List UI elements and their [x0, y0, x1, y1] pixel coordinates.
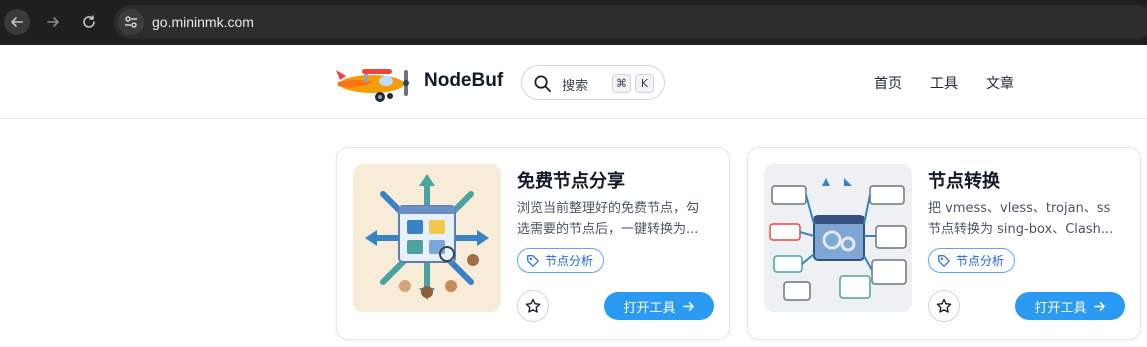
tag-badge[interactable]: 节点分析 — [517, 248, 605, 273]
reload-icon — [83, 15, 95, 28]
tag-badge[interactable]: 节点分析 — [928, 248, 1016, 273]
card-illustration — [353, 164, 501, 312]
nav-home[interactable]: 首页 — [874, 73, 902, 93]
url-text[interactable]: go.mininmk.com — [152, 14, 254, 30]
open-tool-label: 打开工具 — [623, 300, 676, 316]
arrow-right-icon — [47, 17, 59, 27]
site-header: NodeBuf 搜索 ⌘ K 首页 工具 文章 — [0, 45, 1147, 119]
card-description: 浏览当前整理好的免费节点，勾 选需要的节点后，一键转换为... — [517, 198, 717, 240]
star-icon — [525, 298, 541, 313]
address-bar[interactable]: go.mininmk.com — [114, 5, 1147, 39]
browser-toolbar: go.mininmk.com — [0, 0, 1147, 45]
card-desc-line: 浏览当前整理好的免费节点，勾 — [517, 201, 700, 216]
card-title[interactable]: 免费节点分享 — [517, 167, 625, 193]
back-button[interactable] — [4, 9, 30, 35]
tag-icon — [527, 254, 539, 267]
shortcut-mod-key: ⌘ — [612, 74, 631, 93]
card-desc-line: 把 vmess、vless、trojan、ss — [928, 201, 1111, 216]
search-button[interactable]: 搜索 ⌘ K — [521, 65, 665, 100]
brand-name[interactable]: NodeBuf — [424, 70, 503, 92]
nav-tools[interactable]: 工具 — [930, 73, 958, 93]
card-illustration — [764, 164, 912, 312]
arrow-right-icon — [1093, 301, 1105, 311]
shortcut-k-key: K — [635, 74, 654, 93]
card-desc-line: 节点转换为 sing-box、Clash... — [928, 222, 1114, 237]
forward-button[interactable] — [40, 9, 66, 35]
nav-articles[interactable]: 文章 — [986, 73, 1014, 93]
reload-button[interactable] — [76, 9, 102, 35]
tag-label: 节点分析 — [545, 254, 594, 268]
open-tool-label: 打开工具 — [1034, 300, 1087, 316]
arrow-left-icon — [11, 17, 23, 27]
tool-card[interactable]: 免费节点分享 浏览当前整理好的免费节点，勾 选需要的节点后，一键转换为... 节… — [336, 147, 730, 340]
tune-icon — [125, 16, 137, 28]
favorite-button[interactable] — [517, 290, 549, 322]
airplane-logo[interactable] — [334, 60, 414, 104]
card-desc-line: 选需要的节点后，一键转换为... — [517, 222, 699, 237]
star-icon — [936, 298, 952, 313]
open-tool-button[interactable]: 打开工具 — [1015, 292, 1125, 320]
tag-label: 节点分析 — [956, 254, 1005, 268]
site-info-button[interactable] — [118, 9, 144, 35]
favorite-button[interactable] — [928, 290, 960, 322]
search-icon — [534, 75, 551, 92]
search-label: 搜索 — [562, 79, 589, 94]
card-title[interactable]: 节点转换 — [928, 167, 1000, 193]
tag-icon — [938, 254, 950, 267]
card-description: 把 vmess、vless、trojan、ss 节点转换为 sing-box、C… — [928, 198, 1128, 240]
arrow-right-icon — [682, 301, 694, 311]
tool-card[interactable]: 节点转换 把 vmess、vless、trojan、ss 节点转换为 sing-… — [747, 147, 1141, 340]
open-tool-button[interactable]: 打开工具 — [604, 292, 714, 320]
